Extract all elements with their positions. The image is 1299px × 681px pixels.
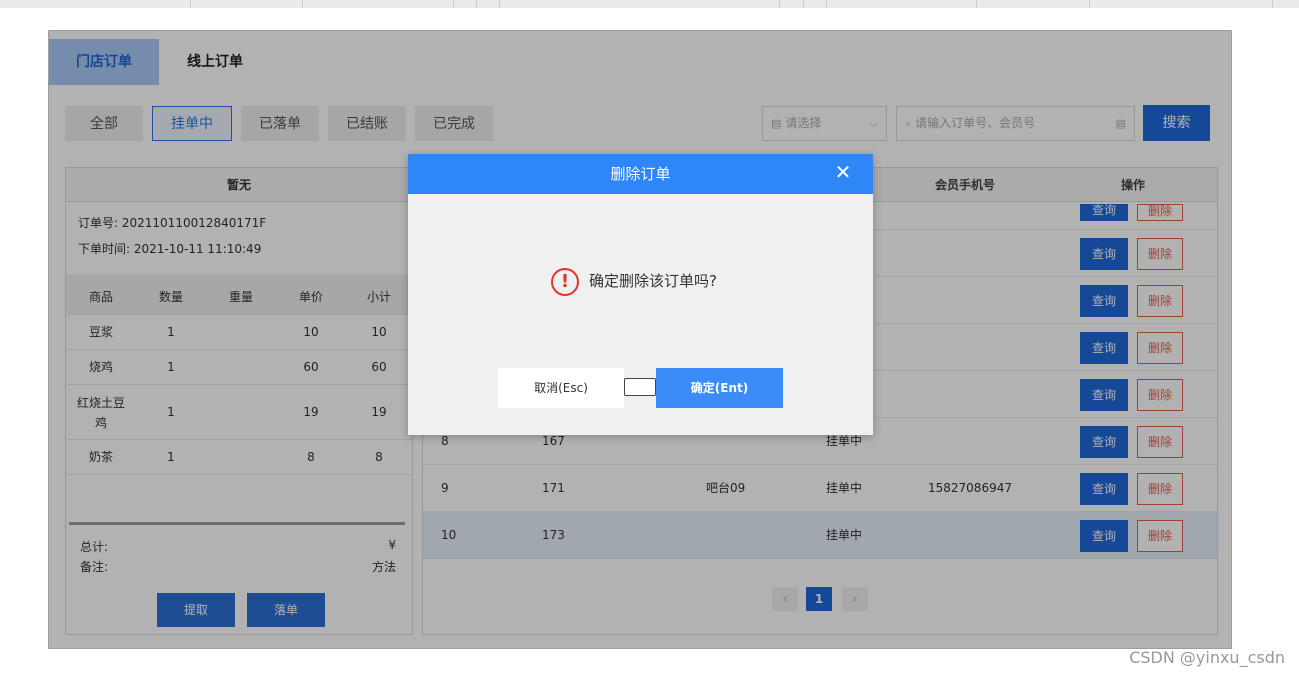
delete-order-dialog: 删除订单 ✕ ! 确定删除该订单吗? 取消(Esc) 确定(Ent) [408, 154, 873, 435]
close-icon[interactable]: ✕ [833, 162, 853, 182]
cancel-button[interactable]: 取消(Esc) [498, 368, 624, 408]
watermark: CSDN @yinxu_csdn [1129, 648, 1285, 667]
warning-icon: ! [551, 267, 579, 296]
confirm-button[interactable]: 确定(Ent) [656, 368, 783, 408]
dialog-message-text: 确定删除该订单吗? [589, 272, 717, 290]
browser-tab-strip [0, 0, 1299, 8]
focus-box [624, 378, 656, 396]
dialog-title: 删除订单 [408, 154, 873, 194]
dialog-message: ! 确定删除该订单吗? [551, 266, 717, 296]
